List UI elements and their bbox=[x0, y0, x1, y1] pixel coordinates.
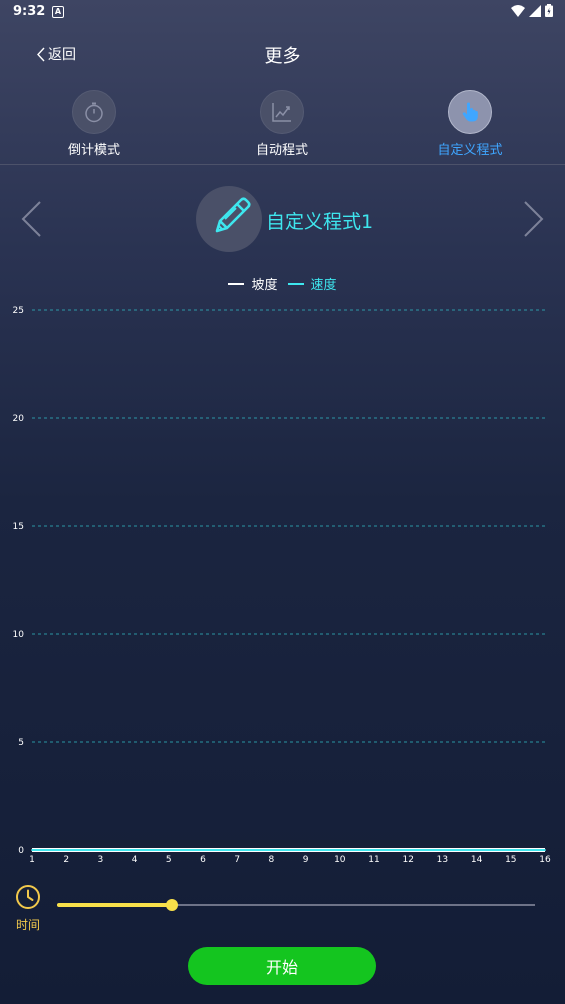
time-slider[interactable] bbox=[57, 899, 535, 911]
data-point bbox=[304, 849, 307, 851]
legend-speed: 速度 bbox=[287, 274, 337, 293]
status-time: 9:32 bbox=[13, 4, 46, 19]
x-tick-label: 9 bbox=[303, 855, 309, 865]
start-button[interactable]: 开始 bbox=[188, 947, 376, 985]
previous-program-button[interactable] bbox=[20, 200, 42, 242]
x-tick-label: 6 bbox=[200, 855, 206, 865]
stopwatch-icon bbox=[72, 90, 116, 134]
data-point bbox=[65, 849, 67, 851]
y-tick-label: 20 bbox=[13, 414, 25, 424]
data-point bbox=[99, 849, 102, 851]
x-tick-label: 2 bbox=[63, 855, 69, 865]
data-point bbox=[544, 849, 546, 851]
data-point bbox=[168, 849, 170, 851]
slider-fill bbox=[57, 903, 172, 907]
x-tick-label: 7 bbox=[234, 855, 240, 865]
x-tick-label: 11 bbox=[368, 855, 379, 865]
data-point bbox=[475, 849, 478, 851]
y-tick-label: 15 bbox=[13, 522, 24, 532]
y-tick-label: 0 bbox=[18, 846, 24, 856]
wifi-icon bbox=[511, 4, 525, 17]
x-tick-label: 4 bbox=[132, 855, 138, 865]
x-tick-label: 3 bbox=[98, 855, 104, 865]
program-chart[interactable]: 05101520251 2 3 4 5 6 7 8 9 10 11 12 13 14 15 16 bbox=[0, 298, 565, 870]
y-tick-label: 25 bbox=[13, 306, 24, 316]
legend-swatch bbox=[228, 282, 245, 285]
data-point bbox=[441, 849, 444, 851]
page-title: 更多 bbox=[264, 46, 301, 67]
data-point bbox=[270, 849, 273, 851]
clock-icon bbox=[16, 885, 40, 909]
legend-incline: 坡度 bbox=[228, 274, 278, 293]
data-point bbox=[339, 849, 341, 851]
data-point bbox=[236, 849, 238, 851]
y-tick-label: 5 bbox=[18, 738, 24, 748]
data-point bbox=[373, 849, 375, 851]
data-point bbox=[133, 849, 136, 851]
time-label: 时间 bbox=[15, 918, 40, 932]
x-tick-label: 12 bbox=[402, 855, 413, 865]
tab-custom-program[interactable]: 自定义程式 bbox=[410, 90, 530, 158]
mode-label: 自定义程式 bbox=[437, 143, 503, 158]
battery-icon bbox=[545, 4, 553, 17]
legend-label: 坡度 bbox=[251, 278, 278, 293]
x-tick-label: 15 bbox=[505, 855, 516, 865]
data-point bbox=[510, 849, 512, 851]
mode-label: 自动程式 bbox=[255, 143, 308, 158]
line-chart-icon bbox=[260, 90, 304, 134]
x-tick-label: 8 bbox=[269, 855, 275, 865]
x-tick-label: 1 bbox=[29, 855, 35, 865]
chevron-left-icon bbox=[21, 201, 41, 237]
legend-label: 速度 bbox=[310, 278, 337, 293]
next-program-button[interactable] bbox=[523, 200, 545, 242]
x-tick-label: 13 bbox=[437, 855, 448, 865]
header: 返回 更多 bbox=[0, 36, 565, 70]
mode-tabs: 倒计模式 自动程式 自定义程式 bbox=[0, 90, 565, 162]
time-control: 时间 bbox=[13, 884, 43, 933]
y-tick-label: 10 bbox=[13, 630, 25, 640]
chart-legend: 坡度 速度 bbox=[0, 274, 565, 293]
divider bbox=[0, 164, 565, 165]
chevron-right-icon bbox=[524, 201, 544, 237]
status-bar: 9:32 A bbox=[0, 0, 565, 24]
data-point bbox=[31, 849, 33, 851]
x-tick-label: 16 bbox=[539, 855, 551, 865]
status-icons bbox=[511, 4, 553, 17]
data-point bbox=[202, 849, 204, 851]
pencil-icon[interactable] bbox=[196, 186, 262, 252]
signal-icon bbox=[529, 4, 541, 17]
data-point bbox=[407, 849, 410, 851]
notification-icon: A bbox=[52, 6, 64, 18]
legend-swatch bbox=[287, 282, 304, 285]
x-tick-label: 10 bbox=[334, 855, 346, 865]
x-tick-label: 14 bbox=[471, 855, 483, 865]
program-name: 自定义程式1 bbox=[266, 211, 374, 233]
tab-countdown-mode[interactable]: 倒计模式 bbox=[34, 90, 154, 158]
slider-handle[interactable] bbox=[165, 899, 178, 911]
mode-label: 倒计模式 bbox=[67, 143, 120, 158]
tab-auto-program[interactable]: 自动程式 bbox=[222, 90, 342, 158]
x-tick-label: 5 bbox=[166, 855, 172, 865]
hand-pointer-icon bbox=[448, 90, 492, 134]
